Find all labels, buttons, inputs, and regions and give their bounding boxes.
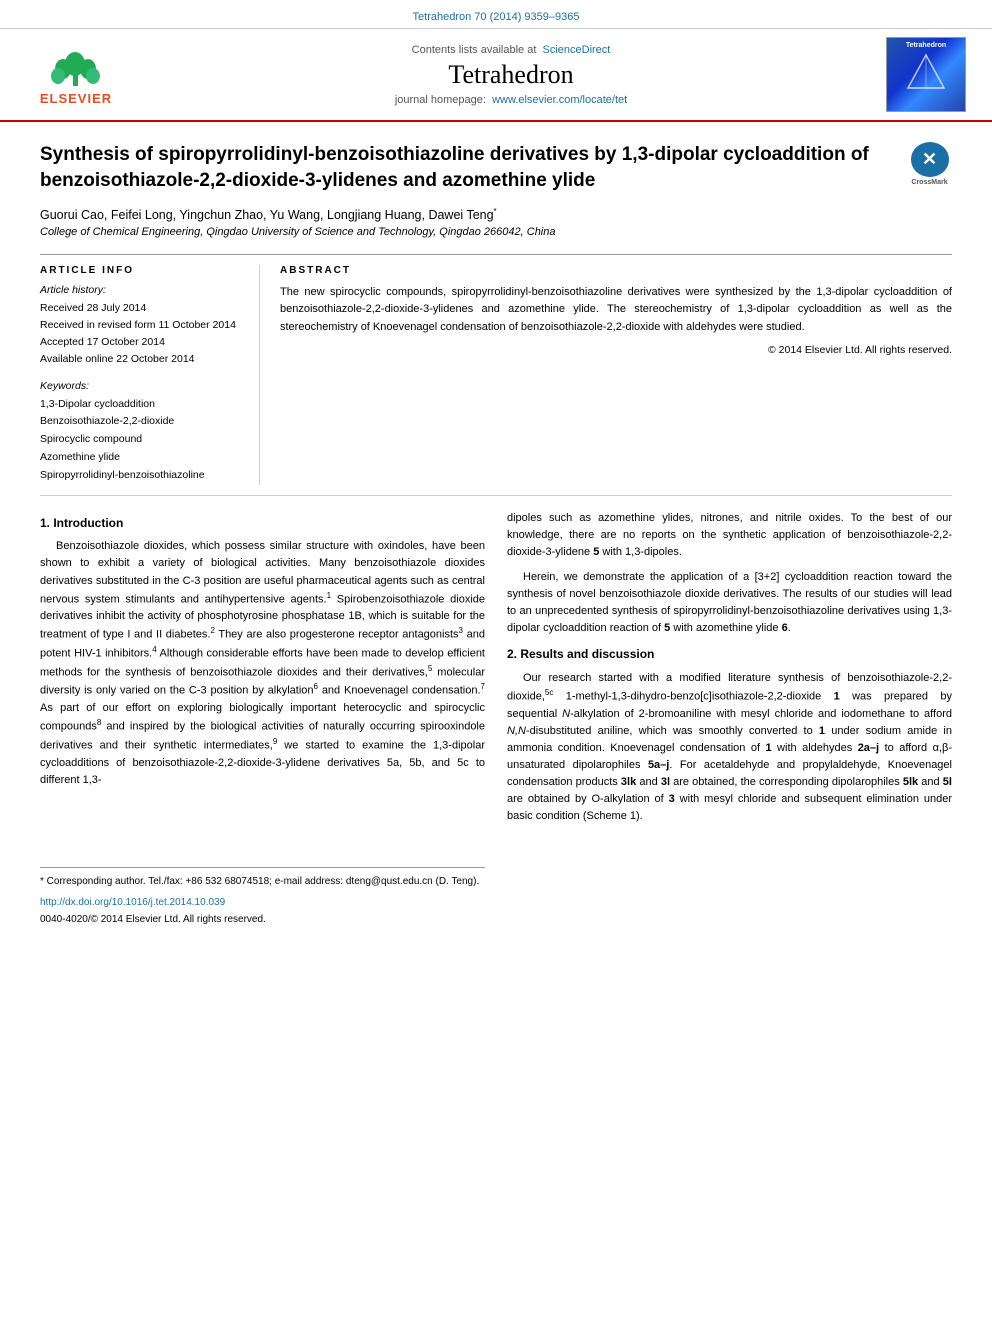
compound3l: 3l [661,776,670,788]
sciencedirect-link[interactable]: ScienceDirect [543,44,611,56]
tetrahedron-shape-icon [906,53,946,93]
compound6: 6 [782,622,788,634]
article-title-text: Synthesis of spiropyrrolidinyl-benzoisot… [40,144,869,191]
elsevier-wordmark: ELSEVIER [40,91,112,106]
tetrahedron-cover-image: Tetrahedron [886,37,966,112]
crossmark-cross-icon: ✕ [922,150,937,168]
compounds5a-j: 5a–j [648,759,669,771]
keyword-3: Spirocyclic compound [40,431,245,449]
sciencedirect-line: Contents lists available at ScienceDirec… [412,44,611,56]
journal-cover-area: Tetrahedron [886,37,976,112]
ref9: 9 [273,737,277,746]
article-info-column: ARTICLE INFO Article history: Received 2… [40,265,260,484]
compound1b: 1 [819,725,825,737]
homepage-prefix: journal homepage: [395,94,486,106]
crossmark-label: CrossMark [911,178,947,187]
elsevier-logo: ELSEVIER [40,44,112,106]
compound1c: 1 [765,742,771,754]
compound5l: 5l [943,776,952,788]
journal-doi: Tetrahedron 70 (2014) 9359–9365 [413,11,580,23]
cover-journal-title: Tetrahedron [906,42,946,49]
keyword-5: Spiropyrrolidinyl-benzoisothiazoline [40,467,245,485]
abstract-copyright: © 2014 Elsevier Ltd. All rights reserved… [280,344,952,356]
footnote-asterisk: * Corresponding author. Tel./fax: +86 53… [40,874,485,889]
intro-continued: dipoles such as azomethine ylides, nitro… [507,510,952,561]
compounds5lk: 5lk [903,776,918,788]
ref5: 5 [428,664,432,673]
NN-disubstituted: N,N [507,725,526,737]
info-abstract-section: ARTICLE INFO Article history: Received 2… [40,254,952,484]
abstract-label: ABSTRACT [280,265,952,276]
section2-heading: 2. Results and discussion [507,645,952,664]
keywords-section: Keywords: 1,3-Dipolar cycloaddition Benz… [40,380,245,485]
article-authors: Guorui Cao, Feifei Long, Yingchun Zhao, … [40,207,952,222]
results-paragraph: Our research started with a modified lit… [507,670,952,825]
compound5-ref: 5 [664,622,670,634]
corresponding-author-marker: * [494,207,497,216]
N-alkylation: N [562,708,570,720]
ref6: 6 [314,682,318,691]
abstract-column: ABSTRACT The new spirocyclic compounds, … [280,265,952,484]
journal-doi-bar: Tetrahedron 70 (2014) 9359–9365 [0,0,992,29]
section1-heading: 1. Introduction [40,514,485,533]
keyword-1: 1,3-Dipolar cycloaddition [40,396,245,414]
article-affiliation: College of Chemical Engineering, Qingdao… [40,226,952,238]
article-info-label: ARTICLE INFO [40,265,245,276]
crossmark-badge[interactable]: ✕ CrossMark [907,142,952,187]
compounds3lk-3l: 3lk [621,776,636,788]
available-date: Available online 22 October 2014 [40,351,245,368]
ref1: 1 [327,591,331,600]
journal-name: Tetrahedron [448,60,573,90]
compounds2a-j: 2a–j [858,742,879,754]
journal-center-info: Contents lists available at ScienceDirec… [146,37,876,112]
sciencedirect-prefix: Contents lists available at [412,44,537,56]
compound5: 5 [593,546,599,558]
doi-link[interactable]: http://dx.doi.org/10.1016/j.tet.2014.10.… [40,895,485,911]
body-left-column: 1. Introduction Benzoisothiazole dioxide… [40,510,485,928]
article-content: Synthesis of spiropyrrolidinyl-benzoisot… [0,122,992,948]
ref5c: 5c [545,688,553,697]
section2-heading-text: 2. Results and discussion [507,647,654,661]
homepage-link[interactable]: www.elsevier.com/locate/tet [492,94,627,106]
accepted-date: Accepted 17 October 2014 [40,334,245,351]
copyright-bottom: 0040-4020/© 2014 Elsevier Ltd. All right… [40,912,485,928]
journal-header: ELSEVIER Contents lists available at Sci… [0,29,992,122]
ref4: 4 [152,645,156,654]
compound1: 1 [834,690,840,702]
keyword-4: Azomethine ylide [40,449,245,467]
journal-homepage-line: journal homepage: www.elsevier.com/locat… [395,94,627,106]
footnote-area: * Corresponding author. Tel./fax: +86 53… [40,867,485,928]
received-date: Received 28 July 2014 [40,300,245,317]
elsevier-tree-icon [48,44,103,89]
crossmark-circle: ✕ [911,142,949,177]
authors-text: Guorui Cao, Feifei Long, Yingchun Zhao, … [40,208,494,222]
elsevier-logo-area: ELSEVIER [16,37,136,112]
keyword-2: Benzoisothiazole-2,2-dioxide [40,413,245,431]
article-title: Synthesis of spiropyrrolidinyl-benzoisot… [40,142,952,193]
compound3: 3 [669,793,675,805]
ref2: 2 [210,626,214,635]
body-right-column: dipoles such as azomethine ylides, nitro… [507,510,952,928]
page: Tetrahedron 70 (2014) 9359–9365 ELSEVIER [0,0,992,1323]
revised-date: Received in revised form 11 October 2014 [40,317,245,334]
body-text-section: 1. Introduction Benzoisothiazole dioxide… [40,495,952,928]
ref7: 7 [481,682,485,691]
keywords-title: Keywords: [40,380,245,392]
section1-heading-text: 1. Introduction [40,516,123,530]
intro-paragraph: Benzoisothiazole dioxides, which possess… [40,538,485,788]
ref8: 8 [97,718,101,727]
abstract-text: The new spirocyclic compounds, spiropyrr… [280,284,952,335]
herein-paragraph: Herein, we demonstrate the application o… [507,569,952,637]
ref3: 3 [459,626,463,635]
history-title: Article history: [40,284,245,296]
